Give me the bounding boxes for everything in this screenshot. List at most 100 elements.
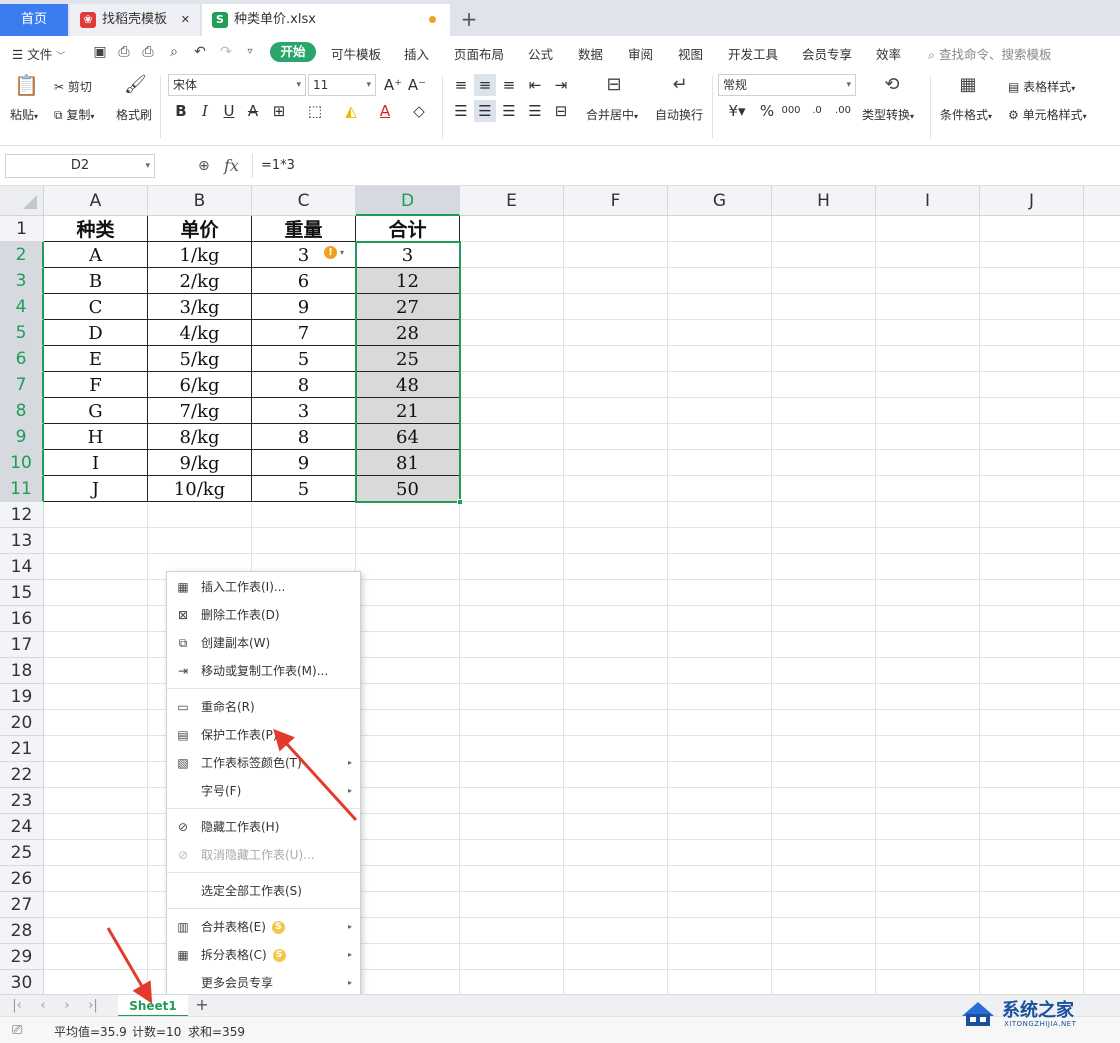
cell-a16[interactable] — [44, 606, 148, 632]
cell-k24[interactable] — [1084, 814, 1120, 840]
cell-f10[interactable] — [564, 450, 668, 476]
cell-h11[interactable] — [772, 476, 876, 502]
cell-g22[interactable] — [668, 762, 772, 788]
row-header-15[interactable]: 15 — [0, 580, 44, 606]
currency-icon[interactable]: ¥▾ — [722, 100, 752, 122]
cell-f23[interactable] — [564, 788, 668, 814]
column-header-i[interactable]: I — [876, 186, 980, 216]
cell-i1[interactable] — [876, 216, 980, 242]
clear-format-icon[interactable]: ◇ — [408, 100, 430, 122]
cell-b8[interactable]: 7/kg — [148, 398, 252, 424]
cell-h5[interactable] — [772, 320, 876, 346]
cell-j18[interactable] — [980, 658, 1084, 684]
cell-j14[interactable] — [980, 554, 1084, 580]
row-header-23[interactable]: 23 — [0, 788, 44, 814]
cell-c8[interactable]: 3 — [252, 398, 356, 424]
command-search[interactable]: ⌕ 查找命令、搜索模板 — [928, 44, 1052, 63]
cell-d25[interactable] — [356, 840, 460, 866]
zoom-formula-icon[interactable]: ⊕ — [198, 158, 210, 174]
cell-d7[interactable]: 48 — [356, 372, 460, 398]
cell-i7[interactable] — [876, 372, 980, 398]
cell-i11[interactable] — [876, 476, 980, 502]
cell-h3[interactable] — [772, 268, 876, 294]
cell-j30[interactable] — [980, 970, 1084, 994]
cell-f16[interactable] — [564, 606, 668, 632]
cell-c12[interactable] — [252, 502, 356, 528]
cell-f7[interactable] — [564, 372, 668, 398]
cell-d2[interactable]: 3 — [356, 242, 460, 268]
cell-f24[interactable] — [564, 814, 668, 840]
cell-a8[interactable]: G — [44, 398, 148, 424]
tab-home[interactable]: 首页 — [0, 4, 68, 36]
sheet-tab-sheet1[interactable]: Sheet1 — [118, 995, 188, 1017]
cell-g23[interactable] — [668, 788, 772, 814]
percent-icon[interactable]: % — [756, 100, 778, 122]
decimal-increase-icon[interactable]: .0 — [806, 100, 828, 122]
cell-h27[interactable] — [772, 892, 876, 918]
menu-template[interactable]: 可牛模板 — [331, 44, 381, 63]
add-sheet-button[interactable]: + — [192, 995, 212, 1017]
cell-d15[interactable] — [356, 580, 460, 606]
cell-g24[interactable] — [668, 814, 772, 840]
row-header-27[interactable]: 27 — [0, 892, 44, 918]
cell-g7[interactable] — [668, 372, 772, 398]
cell-e16[interactable] — [460, 606, 564, 632]
cell-h30[interactable] — [772, 970, 876, 994]
cell-e26[interactable] — [460, 866, 564, 892]
cell-a26[interactable] — [44, 866, 148, 892]
wrap-text-button[interactable]: 自动换行 — [655, 106, 703, 123]
cell-f25[interactable] — [564, 840, 668, 866]
cell-h17[interactable] — [772, 632, 876, 658]
cell-d29[interactable] — [356, 944, 460, 970]
cell-d22[interactable] — [356, 762, 460, 788]
row-header-1[interactable]: 1 — [0, 216, 44, 242]
font-name-select[interactable]: 宋体 ▾ — [168, 74, 306, 96]
cell-i20[interactable] — [876, 710, 980, 736]
chevron-down-icon[interactable]: ▾ — [340, 248, 344, 257]
select-all-corner[interactable] — [0, 186, 44, 216]
cell-g3[interactable] — [668, 268, 772, 294]
conditional-format-icon[interactable]: ▦ — [956, 76, 980, 98]
cell-i19[interactable] — [876, 684, 980, 710]
cell-g1[interactable] — [668, 216, 772, 242]
cell-b12[interactable] — [148, 502, 252, 528]
cell-e15[interactable] — [460, 580, 564, 606]
cell-j12[interactable] — [980, 502, 1084, 528]
fill-pattern-icon[interactable]: ⬚ — [304, 100, 326, 122]
row-header-16[interactable]: 16 — [0, 606, 44, 632]
cell-f3[interactable] — [564, 268, 668, 294]
cell-a14[interactable] — [44, 554, 148, 580]
copy-button[interactable]: ⧉ 复制▾ — [54, 106, 94, 123]
cell-h4[interactable] — [772, 294, 876, 320]
cell-k1[interactable] — [1084, 216, 1120, 242]
cell-k6[interactable] — [1084, 346, 1120, 372]
cell-k26[interactable] — [1084, 866, 1120, 892]
cell-h19[interactable] — [772, 684, 876, 710]
cell-h20[interactable] — [772, 710, 876, 736]
menu-item-merge-tables[interactable]: ▥ 合并表格(E) S ▸ — [167, 914, 360, 940]
cell-k10[interactable] — [1084, 450, 1120, 476]
cell-g11[interactable] — [668, 476, 772, 502]
cell-h15[interactable] — [772, 580, 876, 606]
row-header-12[interactable]: 12 — [0, 502, 44, 528]
cell-k28[interactable] — [1084, 918, 1120, 944]
cell-e27[interactable] — [460, 892, 564, 918]
cell-g13[interactable] — [668, 528, 772, 554]
next-sheet-icon[interactable]: › — [58, 997, 76, 1015]
cell-h21[interactable] — [772, 736, 876, 762]
column-header-d[interactable]: D — [356, 186, 460, 216]
cell-k7[interactable] — [1084, 372, 1120, 398]
cell-g18[interactable] — [668, 658, 772, 684]
cell-g2[interactable] — [668, 242, 772, 268]
cell-e7[interactable] — [460, 372, 564, 398]
cell-h8[interactable] — [772, 398, 876, 424]
cell-c13[interactable] — [252, 528, 356, 554]
save-icon[interactable]: ▣ — [92, 44, 108, 60]
align-top-icon[interactable]: ≡ — [450, 74, 472, 96]
bold-icon[interactable]: B — [170, 100, 192, 122]
cell-k8[interactable] — [1084, 398, 1120, 424]
cell-d26[interactable] — [356, 866, 460, 892]
cell-f13[interactable] — [564, 528, 668, 554]
cell-j25[interactable] — [980, 840, 1084, 866]
cell-d21[interactable] — [356, 736, 460, 762]
